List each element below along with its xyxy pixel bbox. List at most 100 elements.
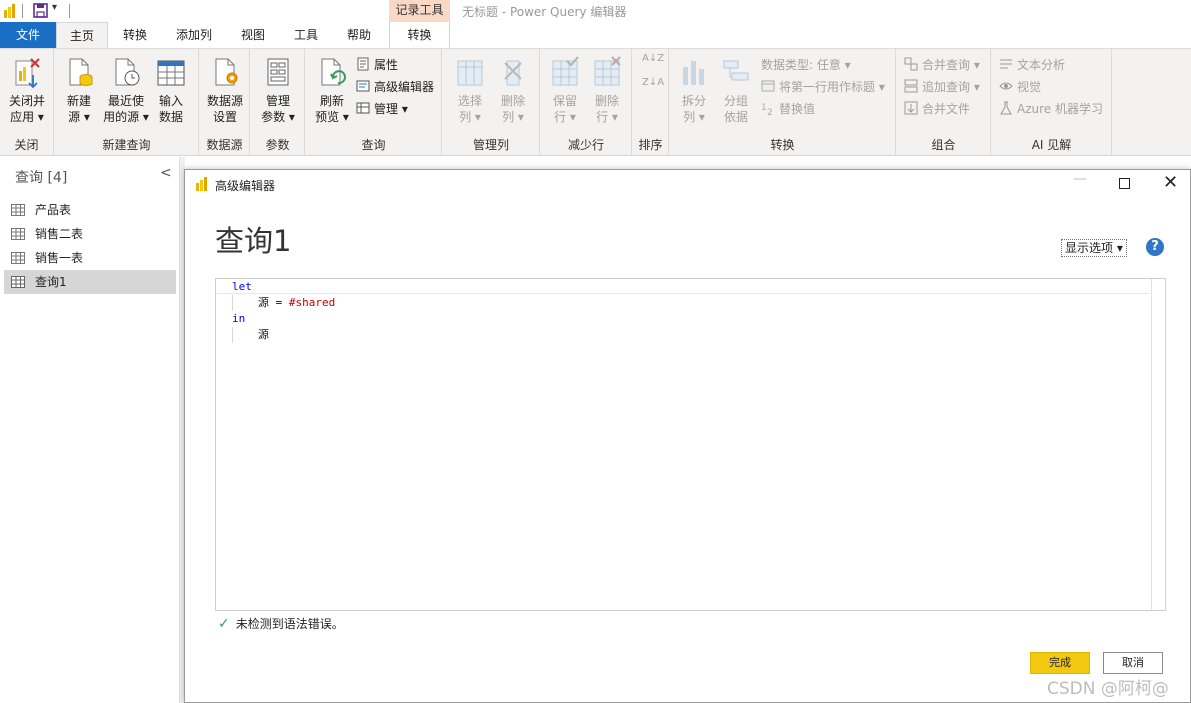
keep-rows-label-1: 保留 [552,94,577,108]
tab-help[interactable]: 帮助 [334,22,384,48]
manage-icon [356,102,370,114]
manage-query-label: 管理 ▾ [374,102,408,116]
tab-view[interactable]: 视图 [228,22,278,48]
advanced-editor-dialog: 高级编辑器 — ✕ 查询1 显示选项 ▾ ? let 源 = #shared i… [184,169,1191,703]
data-source-settings-label-1: 数据源 [206,94,243,108]
new-source-icon [69,58,93,86]
sort-ascending-button[interactable]: A↓Z [642,53,664,73]
minimize-icon[interactable]: — [1073,171,1087,187]
azure-ml-label: Azure 机器学习 [1017,102,1103,116]
tab-home[interactable]: 主页 [56,22,108,48]
query-item[interactable]: 销售二表 [4,222,176,246]
advanced-editor-icon [356,80,370,92]
tab-record-transform[interactable]: 转换 [389,22,450,48]
tab-tools[interactable]: 工具 [281,22,331,48]
query-item-selected[interactable]: 查询1 [4,270,176,294]
code-line: in [232,311,335,327]
tab-file[interactable]: 文件 [0,22,56,48]
text-analytics-icon [1000,59,1012,69]
choose-columns-button[interactable]: 选择 列 ▾ [450,55,490,125]
sort-descending-button[interactable]: Z↓A [642,77,664,97]
maximize-icon[interactable] [1119,178,1130,189]
remove-columns-label-1: 删除 [500,94,525,108]
display-options-dropdown[interactable]: 显示选项 ▾ [1061,239,1127,257]
save-icon[interactable] [33,3,48,18]
replace-values-icon: 12 [761,103,773,115]
identifier-result: 源 [258,328,269,341]
data-type-dropdown[interactable]: 数据类型: 任意 ▾ [761,55,851,75]
tab-transform[interactable]: 转换 [110,22,160,48]
group-by-button[interactable]: 分组 依据 [718,55,754,125]
code-line: let [232,279,335,295]
operator-equals: = [269,296,289,309]
close-apply-label-1: 关闭并 [8,94,45,108]
cancel-button[interactable]: 取消 [1103,652,1163,674]
manage-parameters-label-1: 管理 [265,94,290,108]
help-icon[interactable]: ? [1146,238,1164,256]
tab-add-column[interactable]: 添加列 [164,22,224,48]
vertical-scrollbar[interactable] [1151,279,1165,610]
use-first-row-headers-label: 将第一行用作标题 ▾ [779,80,885,94]
split-column-button[interactable]: 拆分 列 ▾ [676,55,712,125]
new-source-button[interactable]: 新建 源 ▾ [61,55,97,125]
manage-parameters-button[interactable]: 管理 参数 ▾ [256,55,300,125]
code-editor[interactable]: let 源 = #shared in 源 [215,278,1166,611]
keep-rows-button[interactable]: 保留 行 ▾ [545,55,585,125]
vision-button[interactable]: 视觉 [999,77,1041,97]
group-label-new-query: 新建查询 [102,138,151,152]
flask-icon [1000,101,1012,115]
merge-queries-label: 合并查询 ▾ [922,58,980,72]
current-line-highlight [216,293,1150,294]
window-title: 无标题 - Power Query 编辑器 [462,5,627,19]
quick-access-dropdown-icon[interactable]: ▾ [52,2,57,13]
append-queries-button[interactable]: 追加查询 ▾ [904,77,980,97]
split-column-label-2: 列 ▾ [683,110,705,124]
query-item[interactable]: 销售一表 [4,246,176,270]
merge-queries-button[interactable]: 合并查询 ▾ [904,55,980,75]
properties-button[interactable]: 属性 [356,55,398,75]
group-sort: A↓Z Z↓A 排序 [633,49,669,156]
group-label-sort: 排序 [638,138,663,152]
enter-data-button[interactable]: 输入 数据 [155,55,187,125]
query-item[interactable]: 产品表 [4,198,176,222]
advanced-editor-label: 高级编辑器 [374,80,435,94]
close-apply-button[interactable]: 关闭并 应用 ▾ [5,55,49,125]
properties-icon [357,57,369,71]
remove-columns-button[interactable]: 删除 列 ▾ [493,55,533,125]
group-label-ai-insights: AI 见解 [1031,138,1072,152]
advanced-editor-button[interactable]: 高级编辑器 [356,77,434,97]
azure-ml-button[interactable]: Azure 机器学习 [999,99,1103,119]
literal-shared: #shared [288,296,336,309]
manage-query-button[interactable]: 管理 ▾ [356,99,408,119]
recent-sources-button[interactable]: 最近使 用的源 ▾ [103,55,149,125]
code-content: let 源 = #shared in 源 [232,279,335,343]
manage-parameters-label-2: 参数 ▾ [261,110,295,124]
table-icon [11,276,25,288]
chevron-left-icon[interactable]: < [160,165,172,181]
refresh-preview-label-2: 预览 ▾ [315,110,349,124]
table-icon [11,252,25,264]
append-queries-icon [904,79,918,93]
refresh-preview-button[interactable]: 刷新 预览 ▾ [310,55,354,125]
query-item-label: 销售一表 [35,251,84,265]
close-icon[interactable]: ✕ [1163,172,1178,193]
code-line: 源 = #shared [232,295,335,311]
text-analytics-button[interactable]: 文本分析 [999,55,1065,75]
new-source-label-2: 源 ▾ [68,110,90,124]
remove-columns-label-2: 列 ▾ [502,110,524,124]
syntax-status-text: 未检测到语法错误。 [235,617,344,631]
combine-files-button[interactable]: 合并文件 [904,99,970,119]
choose-columns-icon [457,60,483,86]
power-bi-logo-icon [196,177,207,191]
group-query: 刷新 预览 ▾ 属性 高级编辑器 管理 ▾ 查询 [306,49,442,156]
merge-queries-icon [904,57,918,71]
split-column-label-1: 拆分 [681,94,706,108]
ribbon: 关闭并 应用 ▾ 关闭 新建 源 ▾ 最近使 用的源 ▾ 输入 数据 新建查询 … [0,48,1191,156]
done-button[interactable]: 完成 [1030,652,1090,674]
table-icon [11,228,25,240]
table-icon [157,60,185,86]
replace-values-button[interactable]: 1 2 替换值 [761,99,815,119]
use-first-row-headers-button[interactable]: 将第一行用作标题 ▾ [761,77,885,97]
remove-rows-button[interactable]: 删除 行 ▾ [587,55,627,125]
data-source-settings-button[interactable]: 数据源 设置 [204,55,246,125]
